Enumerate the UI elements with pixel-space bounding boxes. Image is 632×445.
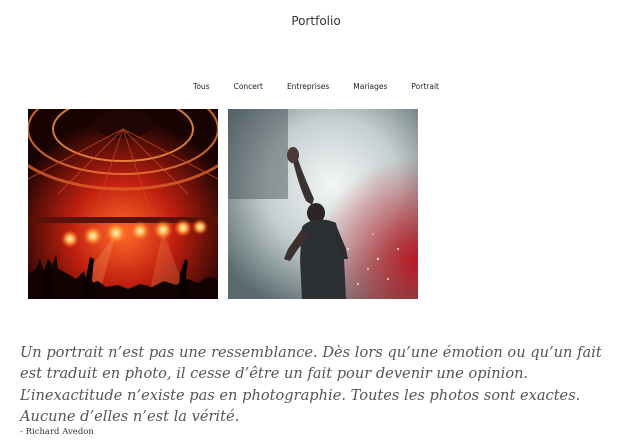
concert-image (28, 109, 218, 299)
portfolio-filter-nav: Tous Concert Entreprises Mariages Portra… (0, 80, 632, 93)
gallery-photo-concert[interactable] (28, 109, 218, 299)
filter-concert[interactable]: Concert (234, 80, 263, 93)
quote-author: - Richard Avedon (20, 427, 94, 437)
performer-image (228, 109, 418, 299)
filter-mariages[interactable]: Mariages (353, 80, 387, 93)
filter-entreprises[interactable]: Entreprises (287, 80, 329, 93)
quote-text: Un portrait n’est pas une ressemblance. … (20, 343, 602, 426)
filter-tous[interactable]: Tous (193, 80, 210, 93)
gallery-photo-performer[interactable] (228, 109, 418, 299)
page-title: Portfolio (291, 14, 341, 28)
filter-portrait[interactable]: Portrait (411, 80, 439, 93)
